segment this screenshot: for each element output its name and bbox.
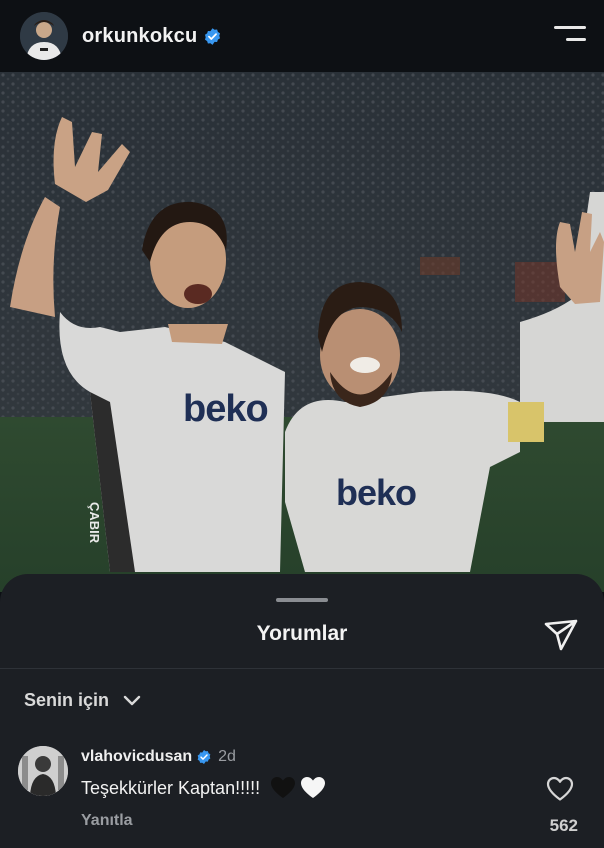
comment-text: Teşekkürler Kaptan!!!!!: [81, 777, 261, 798]
sort-label: Senin için: [24, 690, 110, 710]
post-photo[interactable]: beko beko ÇABIR: [0, 72, 604, 592]
verified-badge-icon: [205, 27, 221, 45]
jersey-sponsor-left: beko: [183, 388, 269, 430]
avatar-image: [20, 12, 68, 60]
sleeve-text: ÇABIR: [87, 502, 102, 544]
comments-sheet: Yorumlar Senin için vlahovicdusan 2d Teş…: [0, 574, 604, 848]
comment-item: vlahovicdusan 2d Teşekkürler Kaptan!!!!!…: [18, 744, 588, 840]
avatar-image: [18, 746, 68, 796]
comment-timestamp: 2d: [218, 748, 236, 765]
commenter-avatar[interactable]: [18, 746, 68, 796]
sort-dropdown[interactable]: Senin için: [24, 690, 141, 711]
menu-line-icon: [554, 26, 586, 29]
chevron-down-icon: [123, 695, 141, 705]
black-heart-icon: [271, 777, 296, 798]
heart-outline-icon[interactable]: [546, 776, 574, 802]
verified-badge-icon: [197, 750, 211, 764]
menu-button[interactable]: [552, 22, 586, 46]
sheet-divider: [0, 668, 604, 669]
profile-username[interactable]: orkunkokcu: [82, 25, 197, 48]
menu-line-icon: [566, 38, 586, 41]
sheet-grabber[interactable]: [276, 598, 328, 602]
profile-avatar[interactable]: [20, 12, 68, 60]
sheet-title: Yorumlar: [256, 622, 348, 645]
commenter-username[interactable]: vlahovicdusan: [81, 748, 192, 766]
like-count: 562: [549, 816, 578, 835]
reply-button[interactable]: Yanıtla: [81, 812, 133, 830]
jersey-sponsor-right: beko: [336, 472, 417, 513]
profile-header: orkunkokcu: [0, 0, 604, 72]
send-icon[interactable]: [542, 616, 580, 654]
white-heart-icon: [301, 777, 326, 798]
comment-text-row: Teşekkürler Kaptan!!!!!: [81, 776, 326, 800]
